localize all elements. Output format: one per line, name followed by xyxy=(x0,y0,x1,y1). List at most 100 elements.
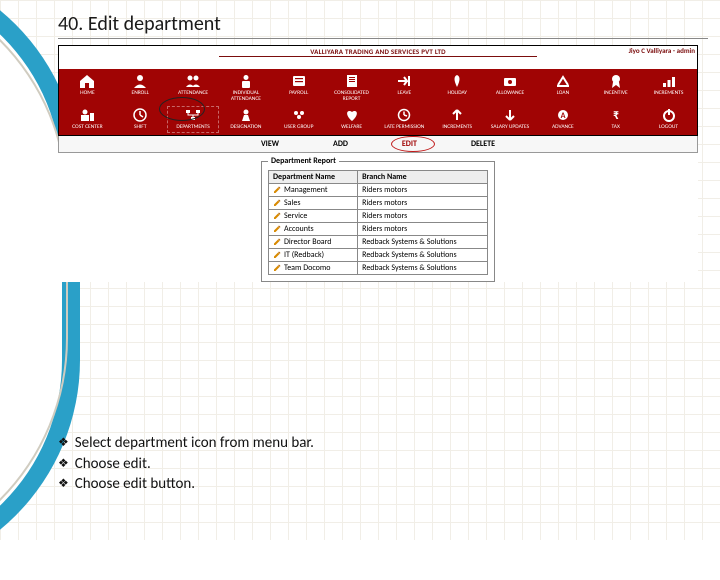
menu-label: ENROLL xyxy=(114,91,167,97)
menu-label: CONSOLIDATED REPORT xyxy=(325,91,378,102)
indiv-icon xyxy=(237,73,255,89)
branch-cell: Riders motors xyxy=(358,209,488,222)
increments-icon xyxy=(660,73,678,89)
diamond-bullet-icon: ❖ xyxy=(58,476,69,492)
designation-icon xyxy=(237,107,255,123)
incentive-icon xyxy=(607,73,625,89)
table-row: SalesRiders motors xyxy=(269,196,488,209)
menu-label: LOAN xyxy=(536,91,589,97)
holiday-icon xyxy=(448,73,466,89)
menu-label: ADVANCE xyxy=(536,125,589,131)
menu-welfare[interactable]: WELFARE xyxy=(325,106,378,133)
bullet-item: ❖Select department icon from menu bar. xyxy=(58,433,314,453)
table-row: IT (Redback)Redback Systems & Solutions xyxy=(269,248,488,261)
branch-cell: Redback Systems & Solutions xyxy=(358,261,488,274)
tab-edit[interactable]: EDIT xyxy=(402,139,417,149)
loan-icon xyxy=(554,73,572,89)
menu-increments2[interactable]: INCREMENTS xyxy=(431,106,484,133)
menu-increments[interactable]: INCREMENTS xyxy=(642,72,695,104)
sub-tabs: VIEW ADD EDIT DELETE xyxy=(58,136,698,153)
menu-label: HOLIDAY xyxy=(431,91,484,97)
edit-row-link[interactable]: Sales xyxy=(269,196,358,209)
branch-cell: Riders motors xyxy=(358,222,488,235)
menu-label: HOME xyxy=(61,91,114,97)
tab-delete[interactable]: DELETE xyxy=(471,139,495,149)
payroll-icon xyxy=(290,73,308,89)
tab-add[interactable]: ADD xyxy=(333,139,348,149)
tab-view[interactable]: VIEW xyxy=(261,139,279,149)
menu-enroll[interactable]: ENROLL xyxy=(114,72,167,104)
menu-late[interactable]: LATE PERMISSION xyxy=(378,106,431,133)
menu-label: SALARY UPDATES xyxy=(484,125,537,131)
menu-designation[interactable]: DESIGNATION xyxy=(219,106,272,133)
salary-icon xyxy=(501,107,519,123)
menu-indiv[interactable]: INDIVIDUAL ATTENDANCE xyxy=(219,72,272,104)
menu-logout[interactable]: LOGOUT xyxy=(642,106,695,133)
menu-payroll[interactable]: PAYROLL xyxy=(272,72,325,104)
menu-home[interactable]: HOME xyxy=(61,72,114,104)
menu-advance[interactable]: AADVANCE xyxy=(536,106,589,133)
edit-row-link[interactable]: Team Docomo xyxy=(269,261,358,274)
menu-label: DEPARTMENTS xyxy=(167,125,220,131)
menu-label: ATTENDANCE xyxy=(167,91,220,97)
edit-row-link[interactable]: Accounts xyxy=(269,222,358,235)
welfare-icon xyxy=(343,107,361,123)
menu-tax[interactable]: ₹ TAX xyxy=(589,106,642,133)
branch-cell: Redback Systems & Solutions xyxy=(358,248,488,261)
menu-usergroup[interactable]: USER GROUP xyxy=(272,106,325,133)
menu-shift[interactable]: SHIFT xyxy=(114,106,167,133)
menu-leave[interactable]: LEAVE xyxy=(378,72,431,104)
menu-label: USER GROUP xyxy=(272,125,325,131)
table-row: ServiceRiders motors xyxy=(269,209,488,222)
edit-row-link[interactable]: Service xyxy=(269,209,358,222)
col-department: Department Name xyxy=(269,170,358,183)
branch-cell: Redback Systems & Solutions xyxy=(358,235,488,248)
table-row: Team DocomoRedback Systems & Solutions xyxy=(269,261,488,274)
app-screenshot: VALLIYARA TRADING AND SERVICES PVT LTD J… xyxy=(58,45,698,282)
pencil-icon xyxy=(273,251,281,259)
diamond-bullet-icon: ❖ xyxy=(58,456,69,472)
pencil-icon xyxy=(273,199,281,207)
pencil-icon xyxy=(273,238,281,246)
menu-loan[interactable]: LOAN xyxy=(536,72,589,104)
diamond-bullet-icon: ❖ xyxy=(58,435,69,451)
usergroup-icon xyxy=(290,107,308,123)
pencil-icon xyxy=(273,212,281,220)
menu-incentive[interactable]: INCENTIVE xyxy=(589,72,642,104)
edit-row-link[interactable]: IT (Redback) xyxy=(269,248,358,261)
logout-icon xyxy=(660,107,678,123)
menu-label: LOGOUT xyxy=(642,125,695,131)
menu-cost[interactable]: COST CENTER xyxy=(61,106,114,133)
bullet-item: ❖Choose edit button. xyxy=(58,474,314,494)
menu-label: INDIVIDUAL ATTENDANCE xyxy=(219,91,272,102)
menu-label: INCENTIVE xyxy=(589,91,642,97)
menu-label: LEAVE xyxy=(378,91,431,97)
home-icon xyxy=(78,73,96,89)
enroll-icon xyxy=(131,73,149,89)
edit-row-link[interactable]: Management xyxy=(269,183,358,196)
slide-title: 40. Edit department xyxy=(58,12,708,39)
menu-attendance[interactable]: ATTENDANCE xyxy=(167,72,220,104)
late-icon xyxy=(395,107,413,123)
menu-label: WELFARE xyxy=(325,125,378,131)
menu-dept[interactable]: DEPARTMENTS xyxy=(167,106,220,133)
menu-salary[interactable]: SALARY UPDATES xyxy=(484,106,537,133)
menu-allowance[interactable]: ALLOWANCE xyxy=(484,72,537,104)
table-row: ManagementRiders motors xyxy=(269,183,488,196)
report-icon xyxy=(343,73,361,89)
menu-label: TAX xyxy=(589,125,642,131)
menu-label: ALLOWANCE xyxy=(484,91,537,97)
col-branch: Branch Name xyxy=(358,170,488,183)
bullet-item: ❖Choose edit. xyxy=(58,454,314,474)
allowance-icon xyxy=(501,73,519,89)
menu-report[interactable]: CONSOLIDATED REPORT xyxy=(325,72,378,104)
tax-icon: ₹ xyxy=(607,107,625,123)
panel-legend: Department Report xyxy=(268,156,339,166)
menu-holiday[interactable]: HOLIDAY xyxy=(431,72,484,104)
cost-icon xyxy=(78,107,96,123)
shift-icon xyxy=(131,107,149,123)
leave-icon xyxy=(395,73,413,89)
edit-row-link[interactable]: Director Board xyxy=(269,235,358,248)
increments2-icon xyxy=(448,107,466,123)
company-header: VALLIYARA TRADING AND SERVICES PVT LTD J… xyxy=(59,46,697,60)
